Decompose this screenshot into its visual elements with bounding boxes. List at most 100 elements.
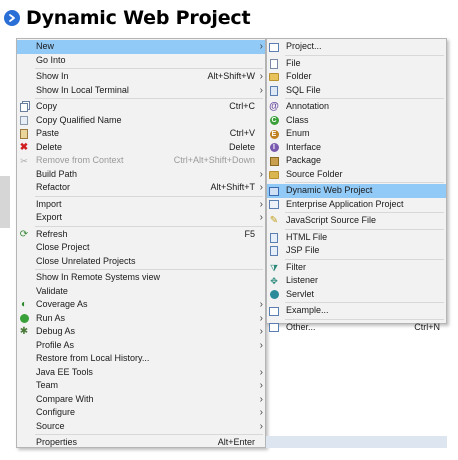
menu-item-label: HTML File [286,231,328,242]
menu-item-close-project[interactable]: Close Project [17,241,265,255]
enum-icon: E [269,129,279,139]
delete-icon: ✖ [19,141,29,153]
menu-item-run-as[interactable]: Run As › [17,312,265,326]
menu-item-delete[interactable]: ✖ Delete Delete [17,141,265,155]
enterprise-app-icon [269,200,279,210]
menu-item-javascript-source-file[interactable]: ✎ JavaScript Source File [267,214,446,228]
menu-separator [285,302,444,303]
menu-item-label: Paste [36,128,60,138]
refresh-icon: ⟳ [19,228,29,240]
menu-item-filter[interactable]: ⧩ Filter [267,261,446,275]
menu-separator [35,98,263,99]
menu-item-copy-qualified-name[interactable]: Copy Qualified Name [17,114,265,128]
menu-item-build-path[interactable]: Build Path › [17,168,265,182]
menu-item-label: JSP File [286,245,320,255]
menu-item-sql-file[interactable]: SQL File [267,84,446,98]
menu-item-label: Other... [286,321,316,332]
menu-item-class[interactable]: C Class [267,114,446,128]
sql-file-icon [269,85,279,96]
menu-item-label: Example... [286,305,329,315]
menu-item-export[interactable]: Export › [17,211,265,225]
menu-item-import[interactable]: Import › [17,198,265,212]
menu-item-coverage-as[interactable]: ◐ Coverage As › [17,298,265,312]
menu-item-example[interactable]: Example... [267,304,446,318]
menu-item-other[interactable]: Other... Ctrl+N [267,321,446,335]
menu-item-listener[interactable]: ✥ Listener [267,274,446,288]
page-title: Dynamic Web Project [26,7,251,29]
menu-item-annotation[interactable]: @ Annotation [267,100,446,114]
menu-item-label: Listener [286,275,319,285]
submenu-arrow-icon: › [259,41,263,52]
interface-icon: I [269,143,279,153]
menu-item-restore-from-local-history[interactable]: Restore from Local History... [17,352,265,366]
menu-separator [35,225,263,227]
submenu-arrow-icon: › [259,393,263,405]
menu-item-compare-with[interactable]: Compare With › [17,393,265,407]
menu-separator [285,228,444,230]
menu-item-refresh[interactable]: ⟳ Refresh F5 [17,228,265,242]
menu-item-properties[interactable]: Properties Alt+Enter [17,436,265,450]
menu-item-dynamic-web-project[interactable]: Dynamic Web Project [267,184,446,198]
menu-item-label: Show In Local Terminal [36,84,129,95]
menu-item-refactor[interactable]: Refactor Alt+Shift+T › [17,181,265,195]
menu-item-label: Enterprise Application Project [286,198,404,209]
submenu-arrow-icon: › [259,198,263,210]
menu-item-label: Go Into [36,54,66,65]
menu-item-paste[interactable]: Paste Ctrl+V [17,127,265,141]
paste-icon [19,129,29,139]
run-icon [19,314,29,324]
menu-item-shortcut: Delete [228,141,255,152]
package-icon [269,156,279,166]
menu-item-file[interactable]: File [267,57,446,71]
dynamic-web-project-icon [269,186,279,196]
menu-item-validate[interactable]: Validate [17,285,265,299]
menu-item-show-in-local-terminal[interactable]: Show In Local Terminal › [17,84,265,98]
submenu-arrow-icon: › [259,326,263,337]
source-folder-icon [269,170,279,180]
example-icon [269,306,279,316]
menu-item-show-in-remote-systems-view[interactable]: Show In Remote Systems view [17,271,265,285]
menu-item-interface[interactable]: I Interface [267,141,446,155]
menu-separator [35,269,263,270]
menu-item-remove-from-context[interactable]: ✂ Remove from Context Ctrl+Alt+Shift+Down [17,154,265,168]
menu-item-source-folder[interactable]: Source Folder [267,168,446,182]
submenu-arrow-icon: › [259,84,263,96]
menu-item-label: Configure [36,407,76,417]
menu-item-label: Validate [36,285,68,296]
servlet-icon [269,290,279,300]
menu-item-close-unrelated-projects[interactable]: Close Unrelated Projects [17,255,265,269]
menu-item-label: Copy [36,101,58,111]
menu-item-label: Servlet [286,288,315,299]
menu-item-configure[interactable]: Configure › [17,406,265,420]
menu-item-go-into[interactable]: Go Into [17,54,265,68]
background-panel [266,436,447,448]
menu-item-source[interactable]: Source › [17,420,265,434]
menu-item-profile-as[interactable]: Profile As › [17,339,265,353]
menu-item-label: Refactor [36,182,71,192]
menu-item-team[interactable]: Team › [17,379,265,393]
menu-item-shortcut: Alt+Shift+W [207,71,255,81]
menu-item-shortcut: F5 [244,228,255,239]
page-heading: Dynamic Web Project [2,4,251,32]
menu-item-copy[interactable]: Copy Ctrl+C [17,100,265,114]
menu-item-java-ee-tools[interactable]: Java EE Tools › [17,366,265,380]
menu-item-label: Copy Qualified Name [36,114,122,125]
copy-qualified-icon [19,116,29,126]
menu-separator [285,98,444,99]
menu-item-label: Java EE Tools [36,366,93,377]
menu-item-enterprise-application-project[interactable]: Enterprise Application Project [267,198,446,212]
menu-item-project[interactable]: Project... [267,40,446,54]
menu-item-label: Dynamic Web Project [286,185,373,195]
menu-item-package[interactable]: Package [267,154,446,168]
menu-item-show-in[interactable]: Show In Alt+Shift+W › [17,70,265,84]
menu-item-folder[interactable]: Folder [267,70,446,84]
menu-item-jsp-file[interactable]: JSP File [267,244,446,258]
menu-item-enum[interactable]: E Enum [267,127,446,141]
menu-item-html-file[interactable]: HTML File [267,231,446,245]
menu-item-new[interactable]: New › [17,40,265,54]
menu-item-label: Package [286,155,322,165]
menu-item-label: Build Path [36,168,78,179]
bullet-check-icon [4,10,20,26]
menu-item-servlet[interactable]: Servlet [267,288,446,302]
menu-item-debug-as[interactable]: ✱ Debug As › [17,325,265,339]
